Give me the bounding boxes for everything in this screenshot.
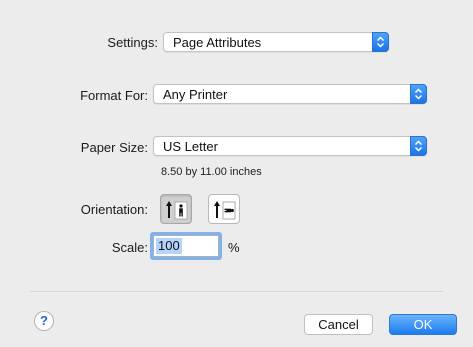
cancel-button[interactable]: Cancel xyxy=(304,314,373,335)
help-button[interactable]: ? xyxy=(34,311,54,331)
paper-size-popup[interactable]: US Letter xyxy=(153,136,427,156)
divider xyxy=(30,291,443,292)
settings-value: Page Attributes xyxy=(173,35,262,50)
page-setup-dialog: Settings: Page Attributes Format For: An… xyxy=(0,0,473,347)
format-for-stepper-icon xyxy=(410,84,427,104)
scale-unit: % xyxy=(228,240,240,255)
settings-label: Settings: xyxy=(107,35,158,50)
settings-popup[interactable]: Page Attributes xyxy=(163,32,389,52)
ok-button[interactable]: OK xyxy=(389,314,457,335)
portrait-icon xyxy=(166,201,188,220)
landscape-orientation-button[interactable] xyxy=(208,194,240,224)
format-for-popup[interactable]: Any Printer xyxy=(153,84,427,104)
paper-size-value: US Letter xyxy=(163,139,218,154)
scale-input[interactable]: 100 xyxy=(153,235,219,257)
paper-dimensions-text: 8.50 by 11.00 inches xyxy=(161,166,262,178)
landscape-icon xyxy=(214,201,236,220)
paper-size-stepper-icon xyxy=(410,136,427,156)
format-for-value: Any Printer xyxy=(163,87,228,102)
settings-stepper-icon xyxy=(372,32,389,52)
orientation-label: Orientation: xyxy=(80,202,148,217)
format-for-label: Format For: xyxy=(80,88,148,103)
portrait-orientation-button[interactable] xyxy=(160,194,192,224)
paper-size-label: Paper Size: xyxy=(80,140,148,155)
scale-value: 100 xyxy=(156,238,182,254)
scale-label: Scale: xyxy=(111,240,148,255)
